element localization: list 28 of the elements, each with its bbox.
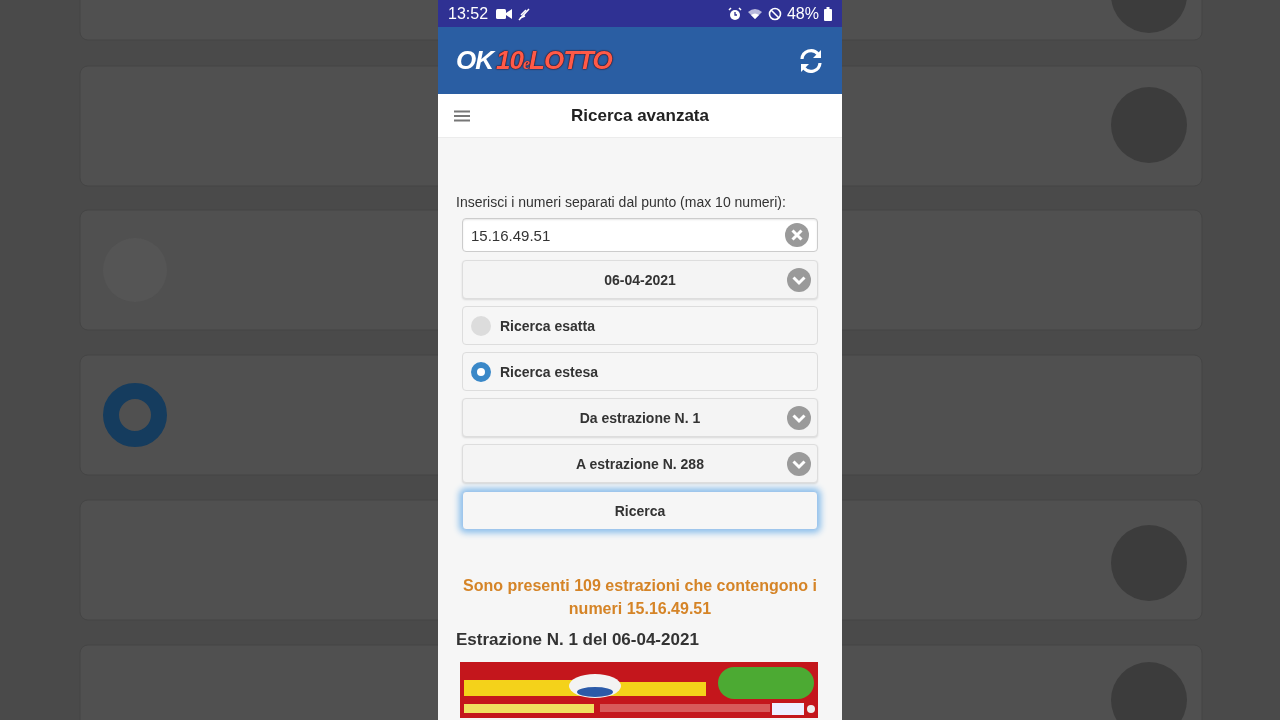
refresh-icon[interactable] xyxy=(798,47,824,74)
clear-icon[interactable] xyxy=(785,223,809,247)
result-message: Sono presenti 109 estrazioni che contengono i numeri 15.16.49.51 xyxy=(462,576,818,619)
radio-button[interactable] xyxy=(471,315,491,336)
draw-heading: Estrazione N. 1 del 06-04-2021 xyxy=(456,630,700,650)
draw-range-select[interactable]: A estrazione N. 288 xyxy=(462,444,818,483)
search-mode-option[interactable]: Ricerca estesa xyxy=(462,352,818,391)
numbers-label: Inserisci i numeri separati dal punto (max 10 numeri): xyxy=(456,194,787,210)
chevron-down-icon xyxy=(787,406,811,430)
chevron-down-icon xyxy=(787,268,811,292)
page-title: Ricerca avanzata xyxy=(571,105,709,126)
alarm-icon xyxy=(727,6,742,21)
status-time: 13:52 xyxy=(448,4,489,23)
radio-button[interactable] xyxy=(471,361,491,382)
battery-icon xyxy=(824,6,832,21)
search-mode-option[interactable]: Ricerca esatta xyxy=(462,306,818,345)
app-logo: OK10eLOTTO xyxy=(456,45,612,76)
battery-percent: 48% xyxy=(786,4,819,23)
menu-icon[interactable] xyxy=(454,110,470,122)
video-camera-icon xyxy=(496,7,513,20)
draw-range-select[interactable]: Da estrazione N. 1 xyxy=(462,398,818,437)
date-select[interactable]: 06-04-2021 xyxy=(462,260,818,299)
search-button[interactable]: Ricerca xyxy=(462,491,818,530)
numbers-input-field[interactable]: 15.16.49.51 xyxy=(462,218,818,252)
feather-icon xyxy=(517,6,532,21)
chevron-down-icon xyxy=(787,452,811,476)
wifi-icon xyxy=(746,7,763,20)
do-not-disturb-icon xyxy=(767,6,782,21)
